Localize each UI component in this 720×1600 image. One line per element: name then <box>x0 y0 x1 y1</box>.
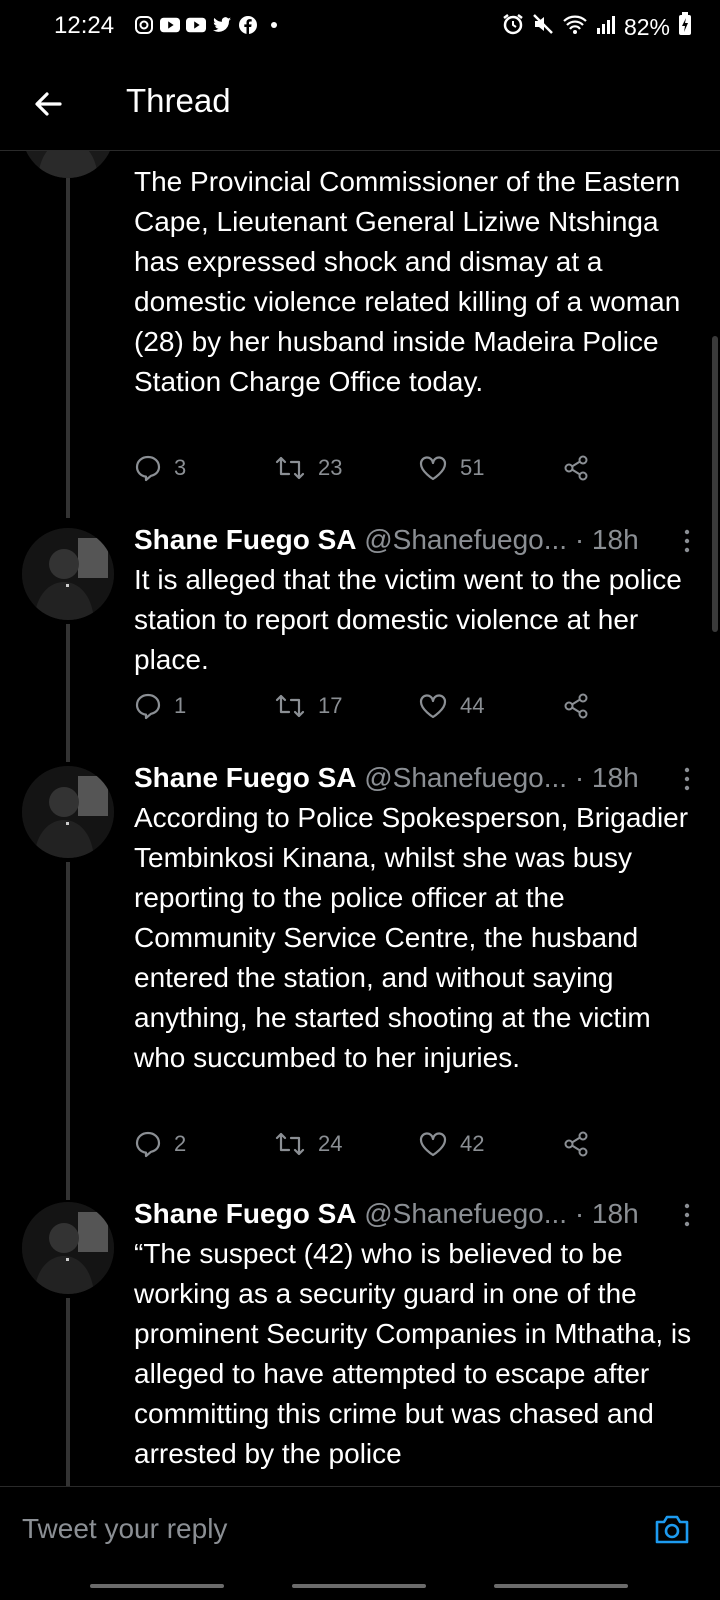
back-arrow-icon[interactable] <box>28 84 68 124</box>
retweet-button[interactable]: 23 <box>274 454 342 482</box>
like-count: 42 <box>460 1131 485 1156</box>
heart-icon <box>418 1130 448 1158</box>
reply-icon <box>134 692 162 720</box>
youtube-icon <box>186 15 206 35</box>
reply-button[interactable]: 2 <box>134 1130 186 1158</box>
nav-home-button[interactable] <box>292 1584 426 1588</box>
more-options-icon[interactable] <box>682 766 692 792</box>
thread-connector <box>66 862 70 1200</box>
share-icon <box>562 1130 590 1158</box>
tweet-text: “The suspect (42) who is believed to be … <box>134 1238 692 1469</box>
avatar[interactable] <box>22 1202 114 1294</box>
tweet-header: Shane Fuego SA @Shanefuego... · 18h <box>134 524 639 556</box>
status-time: 12:24 <box>54 12 115 39</box>
youtube-icon <box>160 15 180 35</box>
facebook-icon <box>238 15 258 35</box>
user-handle[interactable]: @Shanefuego... <box>364 1198 567 1229</box>
avatar[interactable] <box>22 528 114 620</box>
retweet-button[interactable]: 17 <box>274 692 342 720</box>
tweet-text: It is alleged that the victim went to th… <box>134 564 682 675</box>
share-button[interactable] <box>562 692 590 720</box>
nav-back-button[interactable] <box>494 1584 628 1588</box>
avatar[interactable] <box>22 766 114 858</box>
battery-level: 82% <box>623 13 670 40</box>
instagram-icon <box>134 15 154 35</box>
tweet-text: The Provincial Commissioner of the Easte… <box>134 166 681 397</box>
display-name[interactable]: Shane Fuego SA <box>134 524 356 555</box>
like-button[interactable]: 51 <box>418 454 484 482</box>
share-button[interactable] <box>562 1130 590 1158</box>
avatar[interactable] <box>22 150 114 178</box>
camera-icon[interactable] <box>652 1509 692 1549</box>
share-icon <box>562 454 590 482</box>
thread-connector <box>66 150 70 518</box>
retweet-icon <box>274 1130 306 1158</box>
user-handle[interactable]: @Shanefuego... <box>364 524 567 555</box>
twitter-icon <box>212 15 232 35</box>
retweet-count: 24 <box>318 1131 343 1156</box>
retweet-count: 23 <box>318 455 343 480</box>
notification-icons <box>134 15 284 35</box>
reply-icon <box>134 454 162 482</box>
heart-icon <box>418 454 448 482</box>
reply-count: 2 <box>174 1131 187 1156</box>
retweet-icon <box>274 454 306 482</box>
tweet-actions: 2 24 42 <box>134 1130 604 1164</box>
more-options-icon[interactable] <box>682 528 692 554</box>
like-button[interactable]: 42 <box>418 1130 484 1158</box>
thread-feed[interactable]: The Provincial Commissioner of the Easte… <box>0 150 720 1486</box>
system-icons: 82% <box>502 12 692 42</box>
nav-recents-button[interactable] <box>90 1584 224 1588</box>
display-name[interactable]: Shane Fuego SA <box>134 762 356 793</box>
thread-connector <box>66 1298 70 1486</box>
like-button[interactable]: 44 <box>418 692 484 720</box>
share-icon <box>562 692 590 720</box>
tweet-actions: 1 17 44 <box>134 692 604 726</box>
thread-header: Thread <box>0 56 720 151</box>
system-nav-bar <box>0 1574 720 1600</box>
signal-icon <box>596 13 616 41</box>
reply-bar: Tweet your reply <box>0 1486 720 1575</box>
retweet-count: 17 <box>318 693 343 718</box>
tweet-text: According to Police Spokesperson, Brigad… <box>134 802 689 1073</box>
status-bar: 12:24 82% <box>0 0 720 56</box>
reply-count: 3 <box>174 455 187 480</box>
display-name[interactable]: Shane Fuego SA <box>134 1198 356 1229</box>
reply-input[interactable]: Tweet your reply <box>22 1513 227 1545</box>
dot-icon <box>264 15 284 35</box>
alarm-icon <box>502 13 524 41</box>
tweet-time: · 18h <box>574 524 639 555</box>
reply-icon <box>134 1130 162 1158</box>
wifi-icon <box>562 13 588 41</box>
tweet-time: · 18h <box>574 762 639 793</box>
retweet-button[interactable]: 24 <box>274 1130 342 1158</box>
reply-button[interactable]: 3 <box>134 454 186 482</box>
battery-charging-icon <box>678 12 692 42</box>
like-count: 44 <box>460 693 485 718</box>
like-count: 51 <box>460 455 485 480</box>
user-handle[interactable]: @Shanefuego... <box>364 762 567 793</box>
mute-icon <box>532 13 554 41</box>
more-options-icon[interactable] <box>682 1202 692 1228</box>
tweet-header: Shane Fuego SA @Shanefuego... · 18h <box>134 1198 639 1230</box>
heart-icon <box>418 692 448 720</box>
tweet-time: · 18h <box>574 1198 639 1229</box>
thread-connector <box>66 624 70 762</box>
reply-button[interactable]: 1 <box>134 692 186 720</box>
reply-count: 1 <box>174 693 187 718</box>
retweet-icon <box>274 692 306 720</box>
tweet-header: Shane Fuego SA @Shanefuego... · 18h <box>134 762 639 794</box>
share-button[interactable] <box>562 454 590 482</box>
page-title: Thread <box>126 82 231 119</box>
scrollbar[interactable] <box>712 336 718 632</box>
tweet-actions: 3 23 51 <box>134 454 604 488</box>
